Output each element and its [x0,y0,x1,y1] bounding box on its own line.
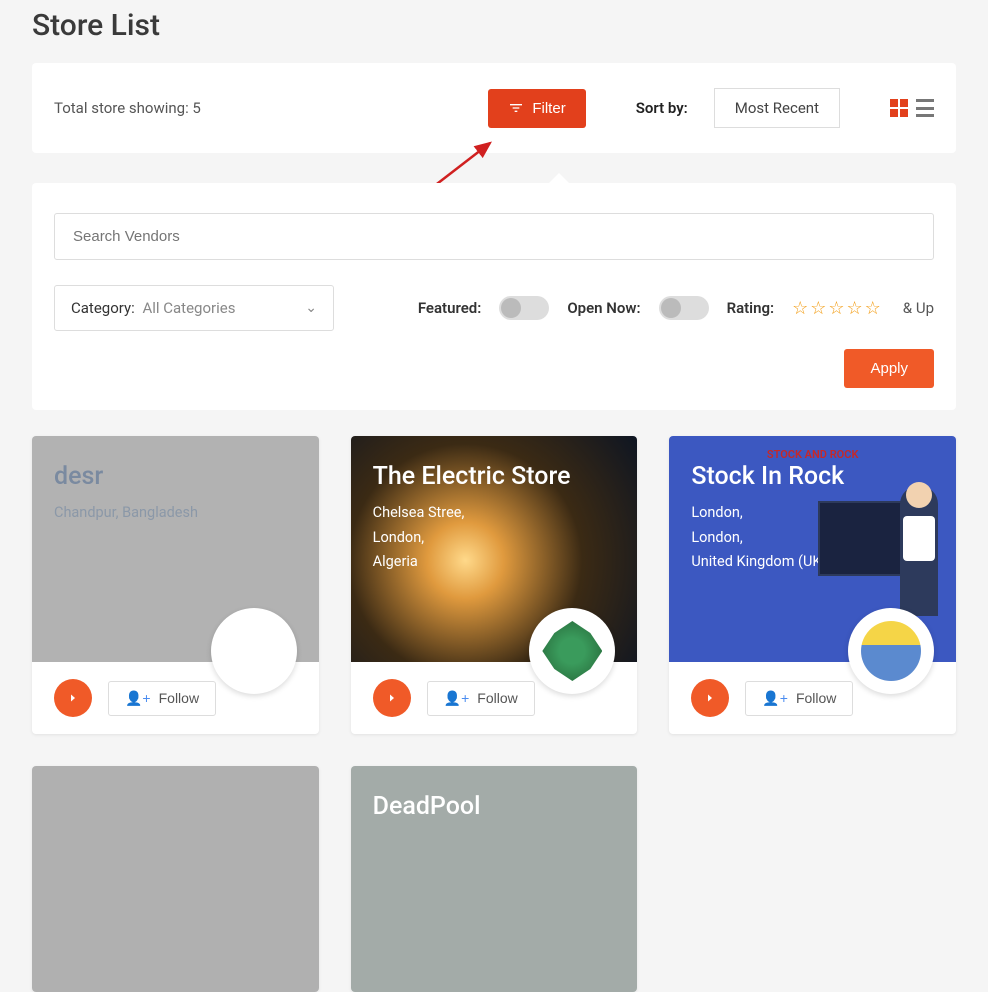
featured-label: Featured: [418,299,482,317]
star-icon: ☆ [792,298,808,319]
visit-store-button[interactable] [691,679,729,717]
store-name: The Electric Store [373,462,616,491]
rating-label: Rating: [727,299,775,317]
category-select[interactable]: Category: All Categories ⌄ [54,285,334,331]
rating-stars[interactable]: ☆ ☆ ☆ ☆ ☆ [792,298,881,319]
store-banner[interactable] [32,766,319,992]
follow-icon: 👤+ [125,690,151,707]
featured-toggle[interactable] [499,296,549,320]
filter-button[interactable]: Filter [488,89,585,128]
store-card-desr: desr Chandpur, Bangladesh 👤+ Follow [32,436,319,734]
stores-grid: desr Chandpur, Bangladesh 👤+ Follow The … [32,436,956,992]
list-view-icon[interactable] [916,99,934,117]
avatar [848,608,934,694]
banner-badge: STOCK AND ROCK [767,448,859,461]
store-card-blank [32,766,319,992]
page-title: Store List [32,0,956,63]
store-name: desr [54,462,297,491]
top-bar: Total store showing: 5 Filter Sort by: M… [32,63,956,153]
category-value: All Categories [142,299,235,317]
opennow-toggle[interactable] [659,296,709,320]
store-address: Chandpur, Bangladesh [54,501,297,526]
category-label: Category: [71,299,135,317]
store-card-deadpool: DeadPool [351,766,638,992]
follow-label: Follow [477,690,517,706]
filter-button-label: Filter [532,100,565,117]
star-icon: ☆ [847,298,863,319]
star-icon: ☆ [865,298,881,319]
grid-view-icon[interactable] [890,99,908,117]
avatar [211,608,297,694]
store-banner[interactable]: DeadPool [351,766,638,992]
follow-icon: 👤+ [762,690,788,707]
sort-select[interactable]: Most Recent [714,88,840,128]
follow-button[interactable]: 👤+ Follow [745,681,853,716]
store-card-stock: STOCK AND ROCK Stock In Rock London,Lond… [669,436,956,734]
and-up-label: & Up [903,299,934,317]
follow-icon: 👤+ [444,690,470,707]
star-icon: ☆ [810,298,826,319]
apply-button[interactable]: Apply [844,349,934,388]
avatar [529,608,615,694]
filter-panel: Category: All Categories ⌄ Featured: Ope… [32,183,956,410]
opennow-label: Open Now: [567,299,640,317]
visit-store-button[interactable] [54,679,92,717]
store-address: Chelsea Stree,London,Algeria [373,501,616,575]
follow-label: Follow [159,690,199,706]
follow-button[interactable]: 👤+ Follow [427,681,535,716]
search-input[interactable] [54,213,934,260]
visit-store-button[interactable] [373,679,411,717]
filter-icon [508,100,524,116]
sort-by-label: Sort by: [636,99,688,117]
follow-label: Follow [796,690,836,706]
total-showing-text: Total store showing: 5 [54,99,468,117]
chevron-down-icon: ⌄ [305,300,317,316]
follow-button[interactable]: 👤+ Follow [108,681,216,716]
star-icon: ☆ [828,298,844,319]
store-card-electric: The Electric Store Chelsea Stree,London,… [351,436,638,734]
